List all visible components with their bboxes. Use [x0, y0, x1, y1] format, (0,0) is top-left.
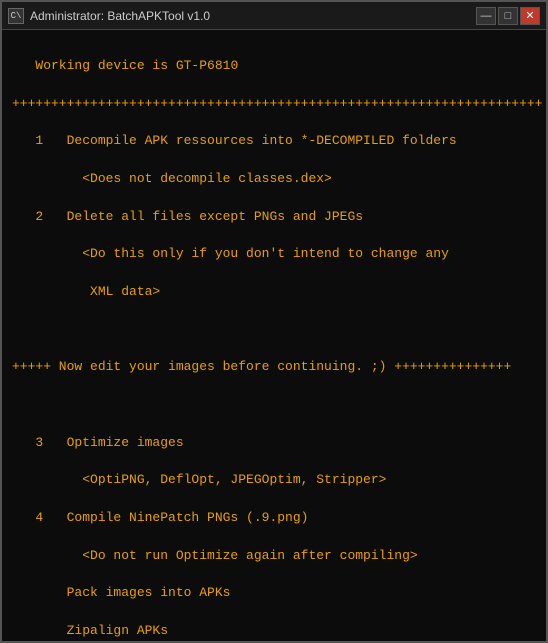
- divider-1: ++++++++++++++++++++++++++++++++++++++++…: [12, 95, 536, 114]
- divider-2: [12, 321, 536, 340]
- menu-item-4: 4 Compile NinePatch PNGs (.9.png): [12, 509, 536, 528]
- minimize-button[interactable]: —: [476, 7, 496, 25]
- device-line: Working device is GT-P6810: [12, 57, 536, 76]
- application-window: C\ Administrator: BatchAPKTool v1.0 — □ …: [0, 0, 548, 643]
- console-output: Working device is GT-P6810 +++++++++++++…: [12, 38, 536, 641]
- console-body: Working device is GT-P6810 +++++++++++++…: [2, 30, 546, 641]
- title-bar-left: C\ Administrator: BatchAPKTool v1.0: [8, 8, 210, 24]
- menu-item-4-sub2: Pack images into APKs: [12, 584, 536, 603]
- menu-item-2: 2 Delete all files except PNGs and JPEGs: [12, 208, 536, 227]
- edit-notice: +++++ Now edit your images before contin…: [12, 358, 536, 377]
- app-icon: C\: [8, 8, 24, 24]
- menu-item-2-sub1: <Do this only if you don't intend to cha…: [12, 245, 536, 264]
- menu-item-4-sub3: Zipalign APKs: [12, 622, 536, 641]
- close-button[interactable]: ✕: [520, 7, 540, 25]
- spacer-1: [12, 396, 536, 415]
- menu-item-2-sub2: XML data>: [12, 283, 536, 302]
- menu-item-1-sub: <Does not decompile classes.dex>: [12, 170, 536, 189]
- title-bar: C\ Administrator: BatchAPKTool v1.0 — □ …: [2, 2, 546, 30]
- menu-item-1: 1 Decompile APK ressources into *-DECOMP…: [12, 132, 536, 151]
- maximize-button[interactable]: □: [498, 7, 518, 25]
- window-title: Administrator: BatchAPKTool v1.0: [30, 9, 210, 23]
- window-controls: — □ ✕: [476, 7, 540, 25]
- menu-item-4-sub1: <Do not run Optimize again after compili…: [12, 547, 536, 566]
- menu-item-3-sub: <OptiPNG, DeflOpt, JPEGOptim, Stripper>: [12, 471, 536, 490]
- menu-item-3: 3 Optimize images: [12, 434, 536, 453]
